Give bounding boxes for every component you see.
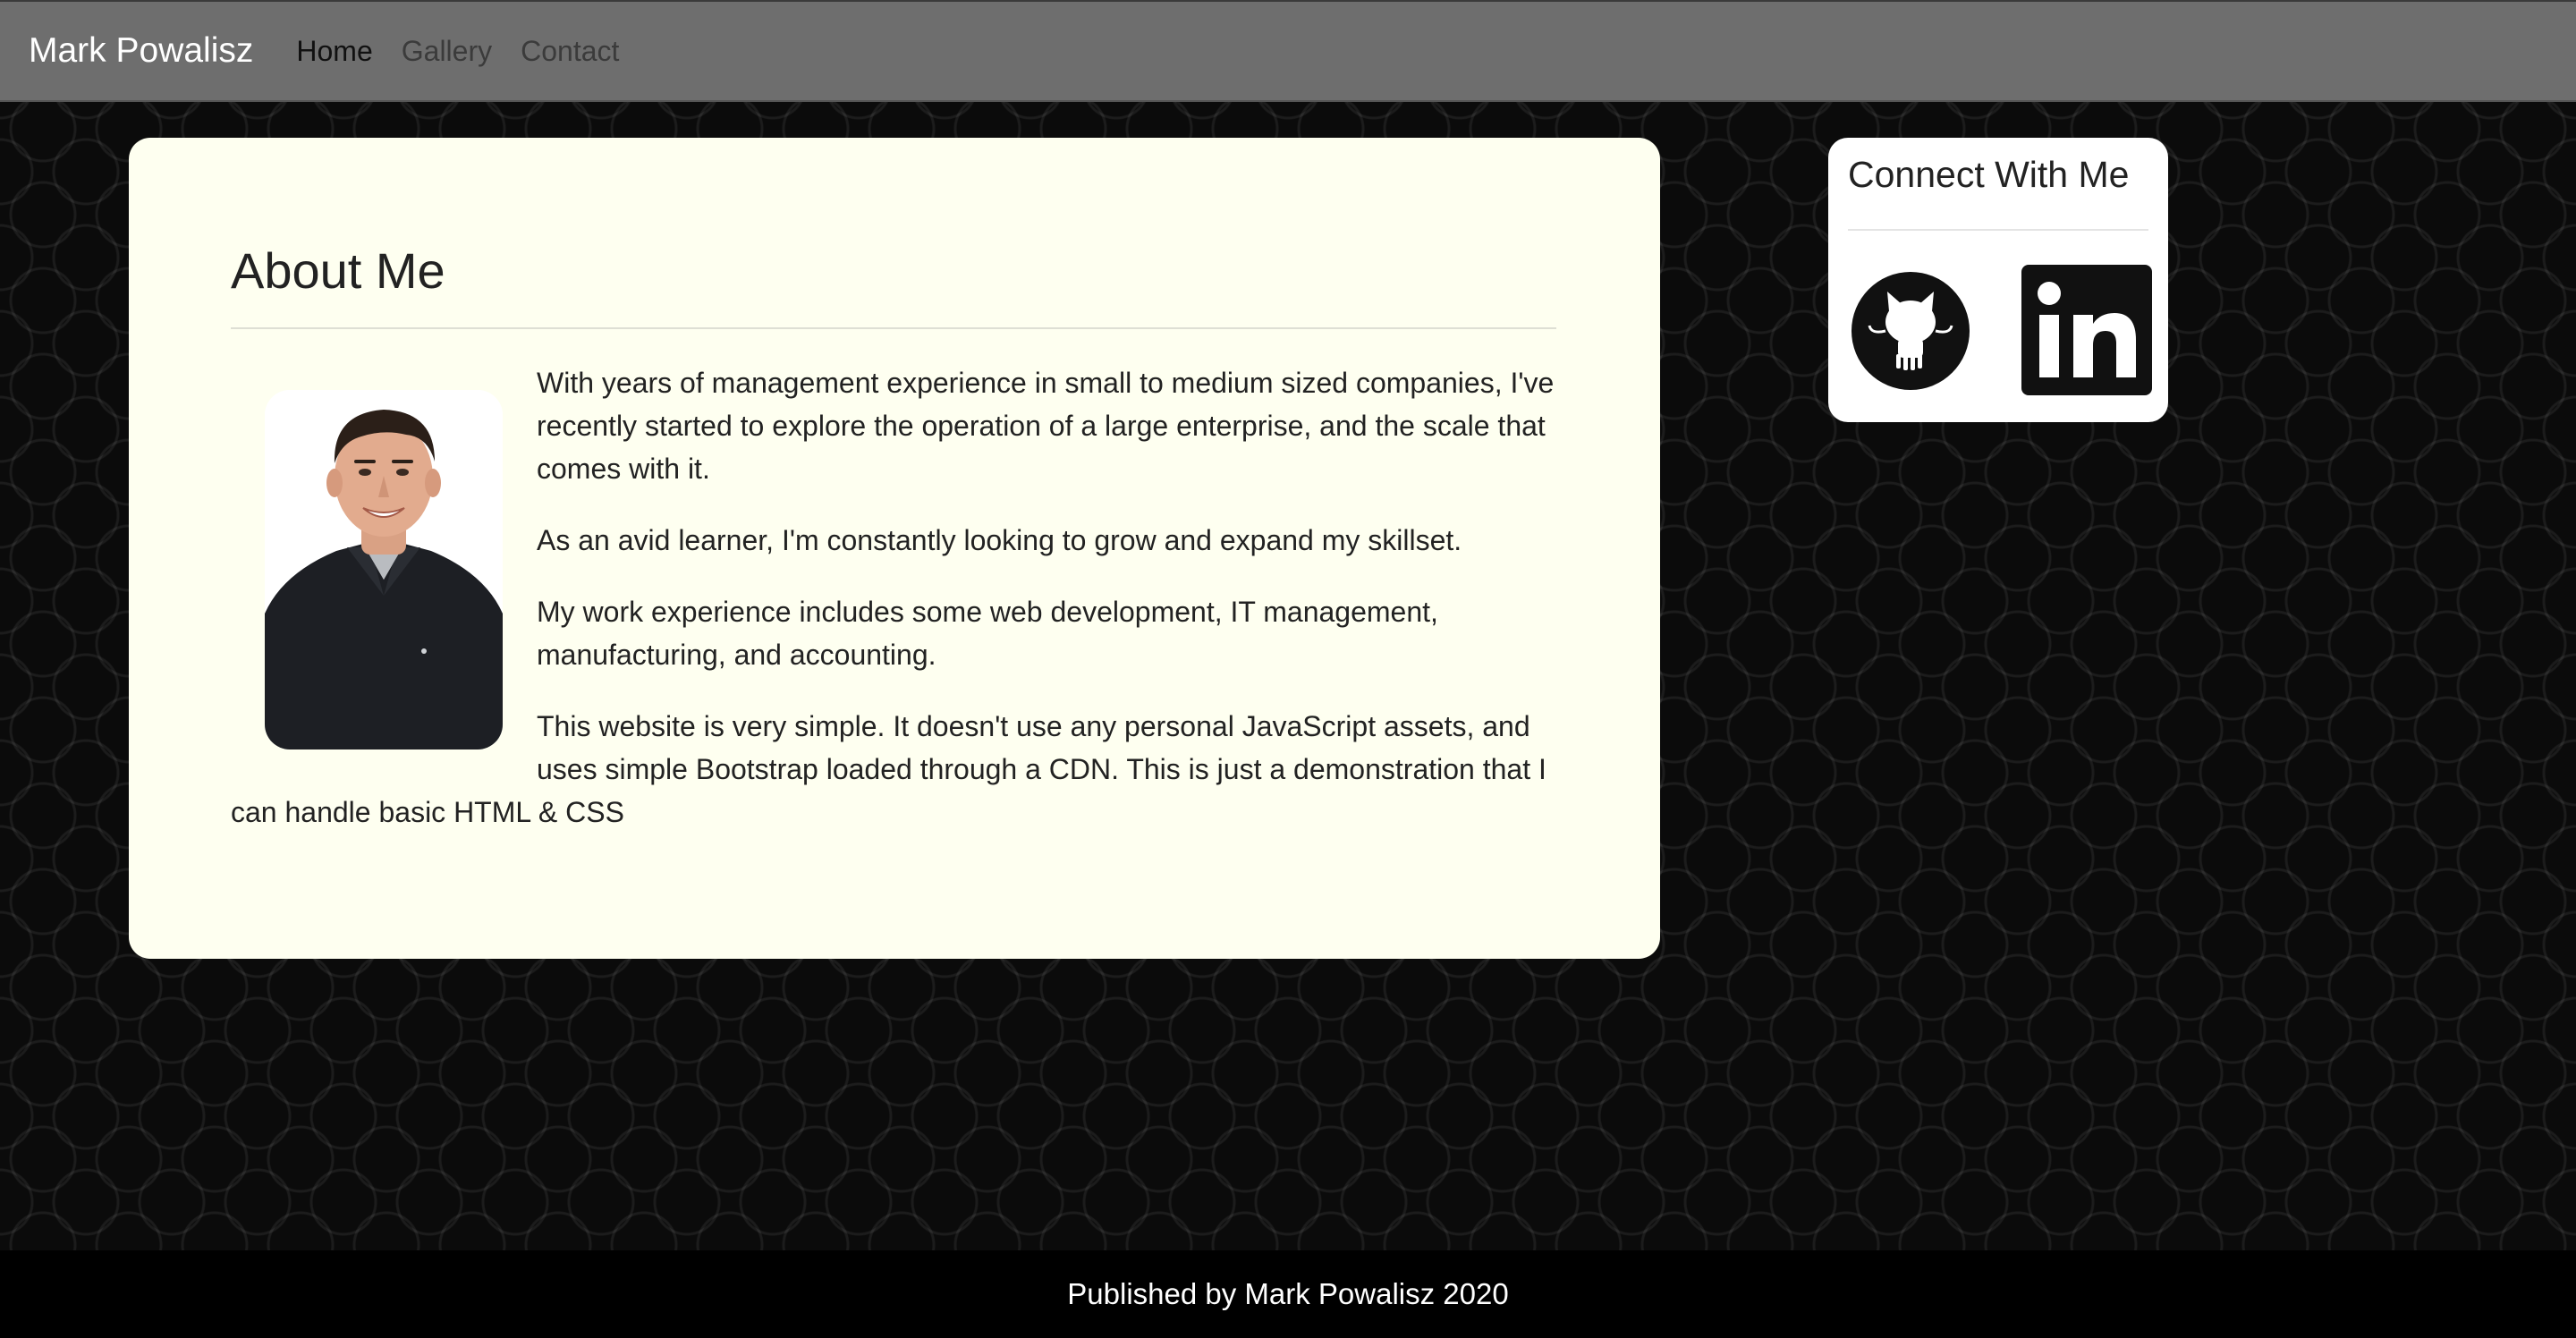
nav-link-contact[interactable]: Contact xyxy=(521,35,619,68)
connect-divider xyxy=(1848,229,2148,231)
connect-title: Connect With Me xyxy=(1848,154,2130,195)
page-footer: Published by Mark Powalisz 2020 xyxy=(0,1250,2576,1338)
linkedin-icon xyxy=(2021,265,2152,395)
about-title: About Me xyxy=(231,242,445,299)
about-divider xyxy=(231,327,1556,329)
connect-card: Connect With Me xyxy=(1828,138,2168,422)
nav-link-gallery[interactable]: Gallery xyxy=(402,35,492,68)
top-navbar: Mark Powalisz Home Gallery Contact xyxy=(0,0,2576,102)
github-link[interactable] xyxy=(1852,272,1970,390)
brand-link[interactable]: Mark Powalisz xyxy=(29,31,253,71)
profile-photo xyxy=(265,390,503,749)
nav-link-home[interactable]: Home xyxy=(296,35,372,68)
github-icon xyxy=(1852,272,1970,390)
linkedin-link[interactable] xyxy=(2021,265,2152,395)
footer-text: Published by Mark Powalisz 2020 xyxy=(1067,1277,1509,1310)
about-body: With years of management experience in s… xyxy=(231,361,1556,862)
about-card: About Me With years of management experi… xyxy=(129,138,1660,959)
